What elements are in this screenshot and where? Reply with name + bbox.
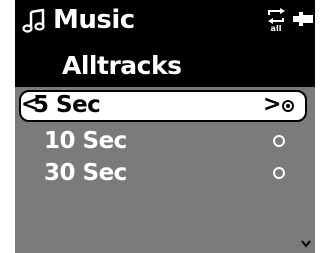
nav-right-arrow-icon: > [263,92,282,117]
status-bar: Music all [15,0,315,40]
repeat-icon-text: all [271,24,282,32]
list-header: Alltracks [15,47,315,85]
list-item-label: 10 Sec [44,128,127,154]
radio-checked-icon[interactable] [282,100,294,112]
music-note-icon [22,8,45,33]
list-item-5-sec[interactable]: < 5 Sec > [19,90,307,122]
radio-unchecked-icon[interactable] [273,135,285,147]
list-title: Alltracks [62,51,182,80]
list-item-30-sec[interactable]: 30 Sec [15,157,315,191]
radio-unchecked-icon[interactable] [273,167,285,179]
list-item-label: 5 Sec [33,92,101,118]
app-title: Music [53,5,135,35]
list-item-label: 30 Sec [44,160,127,186]
option-list: < 5 Sec > 10 Sec 30 Sec [15,87,315,253]
battery-icon [293,12,313,26]
repeat-all-icon: all [268,8,285,32]
player-display: Music all Alltracks < 5 Sec > 10 Sec 30 … [15,0,315,253]
scroll-down-icon[interactable] [301,240,311,248]
list-item-10-sec[interactable]: 10 Sec [15,125,315,159]
device-screen: Music all Alltracks < 5 Sec > 10 Sec 30 … [0,0,335,253]
